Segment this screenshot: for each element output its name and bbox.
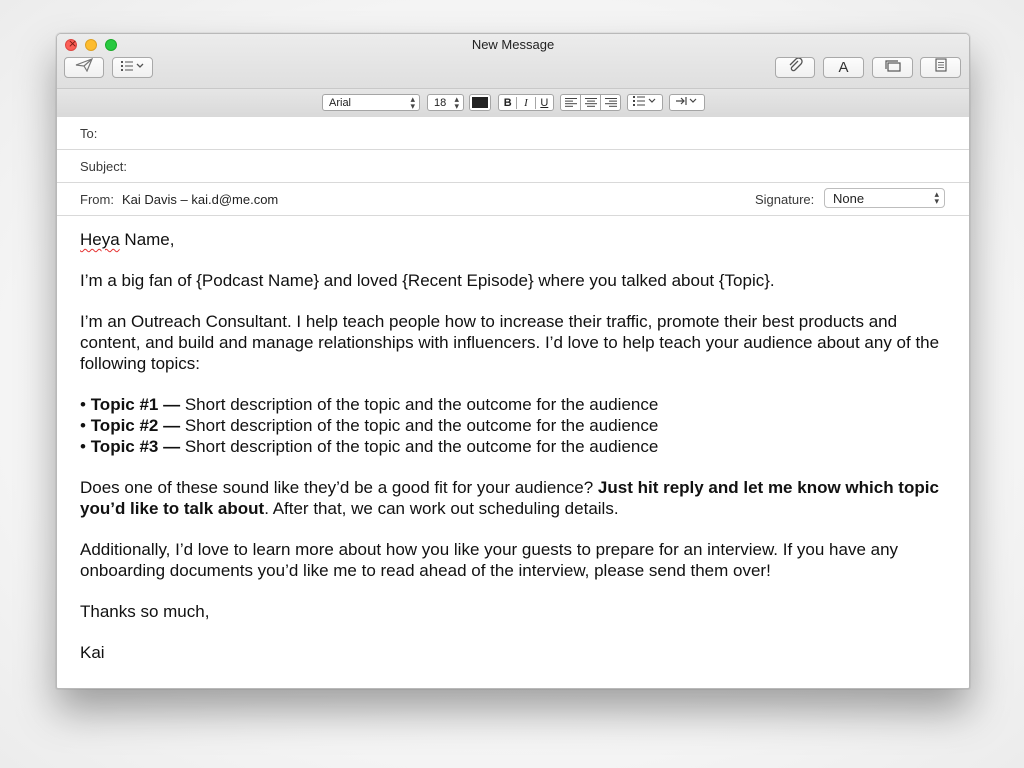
indent-button[interactable] [669,94,705,111]
stationery-icon [934,58,947,77]
send-icon [75,57,94,77]
list-item: • Topic #3 — Short description of the to… [80,436,950,457]
signature-label: Signature: [755,192,815,207]
bulleted-list-icon [633,96,657,109]
paragraph-call-to-action: Does one of these sound like they’d be a… [80,477,950,519]
updown-chevron-icon: ▴ ▾ [454,94,459,111]
topic-title: Topic #3 [90,437,159,456]
align-right-icon[interactable] [601,95,620,110]
to-field-row[interactable]: To: [57,117,969,150]
from-label: From: [80,192,114,207]
topic-separator: — [158,395,185,414]
window-icon [884,59,901,77]
bullet-marker: • [80,437,91,456]
cta-end-text: . After that, we can work out scheduling… [264,499,619,518]
font-size-select[interactable]: 18 ▴ ▾ [427,94,464,111]
italic-button[interactable]: I [517,96,536,109]
signature-name: Kai [80,643,105,662]
cta-text: Does one of these sound like they’d be a… [80,478,598,497]
subject-label: Subject: [80,159,127,174]
from-select[interactable]: Kai Davis – kai.d@me.com [122,192,278,207]
topic-title: Topic #2 [90,416,159,435]
title-bar: New Message A [57,34,969,117]
list-icon [120,59,145,77]
signature-select[interactable]: None ▴ ▾ [824,188,945,208]
color-swatch-icon [472,97,488,108]
compose-window: New Message A [56,33,970,689]
list-item: • Topic #1 — Short description of the to… [80,394,950,415]
fonts-label: A [838,59,849,76]
list-item: • Topic #2 — Short description of the to… [80,415,950,436]
stationery-button[interactable] [920,57,961,78]
send-button[interactable] [64,57,104,78]
paragraph-intro: I’m a big fan of {Podcast Name} and love… [80,271,775,290]
fonts-button[interactable]: A [823,57,864,78]
closing: Thanks so much, [80,602,210,621]
bullet-marker: • [80,395,91,414]
topic-separator: — [158,416,185,435]
updown-chevron-icon: ▴ ▾ [934,189,939,206]
greeting-rest: Name, [119,230,175,249]
align-left-icon[interactable] [561,95,581,110]
attach-button[interactable] [775,57,815,78]
topic-description: Short description of the topic and the o… [184,416,659,435]
subject-field-row[interactable]: Subject: [57,150,969,183]
bold-button[interactable]: B [499,96,518,109]
topic-separator: — [158,437,185,456]
paperclip-icon [787,57,803,77]
topic-description: Short description of the topic and the o… [184,395,659,414]
misspelled-word: Heya [80,230,120,249]
bullet-marker: • [80,416,91,435]
greeting: Heya Name, [80,229,950,250]
from-field-row: From: Kai Davis – kai.d@me.com Signature… [57,183,969,216]
font-family-value: Arial [329,96,352,109]
indent-icon [675,96,699,109]
updown-chevron-icon: ▴ ▾ [410,94,415,111]
alignment-button-group [560,94,621,111]
style-button-group: B I U [498,94,554,111]
text-color-button[interactable] [469,94,491,111]
paragraph-about: I’m an Outreach Consultant. I help teach… [80,312,940,373]
topic-list: • Topic #1 — Short description of the to… [80,394,950,457]
align-center-icon[interactable] [581,95,601,110]
to-label: To: [80,126,98,141]
font-size-value: 18 [434,96,447,109]
topic-title: Topic #1 [90,395,159,414]
format-bar: Arial ▴ ▾ 18 ▴ ▾ B I U [57,88,969,117]
header-fields-button[interactable] [112,57,153,78]
message-body[interactable]: Heya Name, I’m a big fan of {Podcast Nam… [80,229,950,683]
photo-browser-button[interactable] [872,57,913,78]
window-title: New Message [471,37,555,52]
signature-value: None [833,191,865,206]
underline-button[interactable]: U [536,97,553,109]
font-family-select[interactable]: Arial ▴ ▾ [322,94,420,111]
paragraph-additionally: Additionally, I’d love to learn more abo… [80,540,899,580]
topic-description: Short description of the topic and the o… [184,437,659,456]
list-style-button[interactable] [627,94,663,111]
